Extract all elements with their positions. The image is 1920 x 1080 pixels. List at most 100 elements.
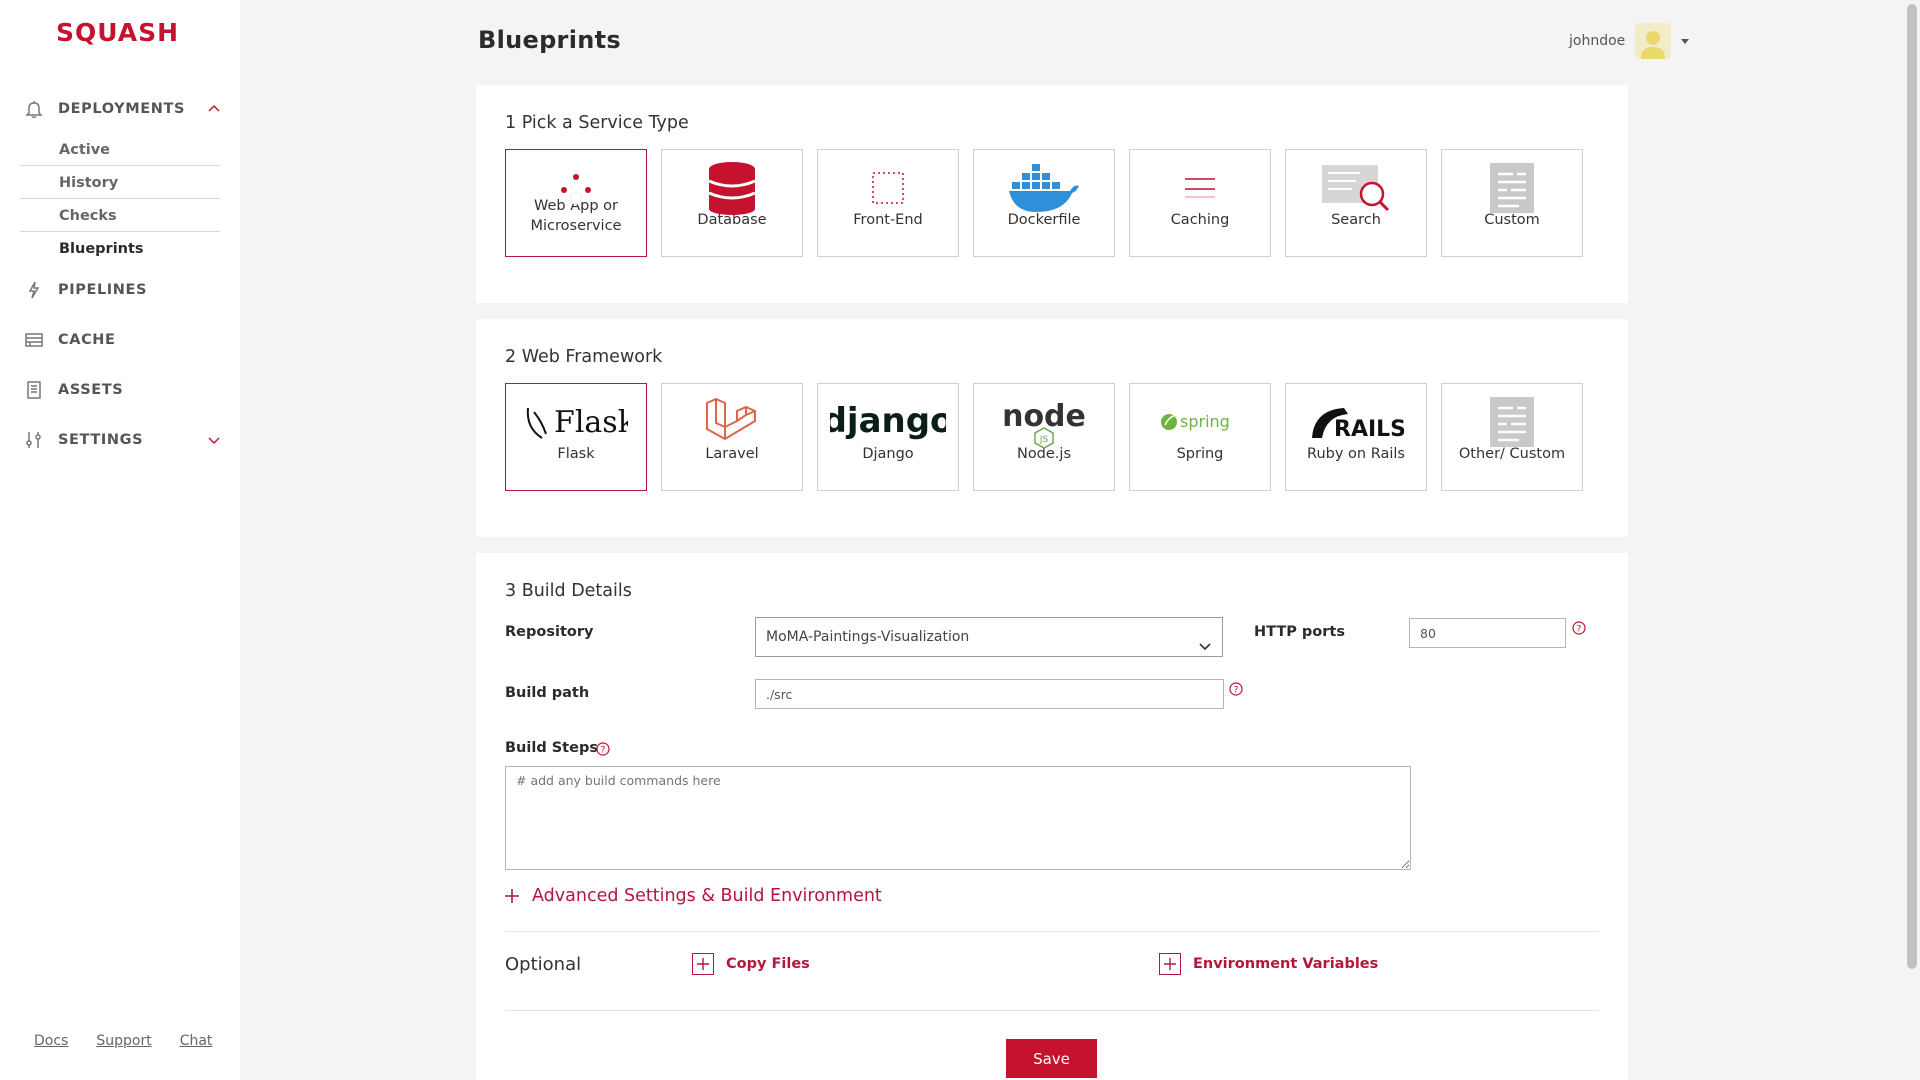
save-button[interactable]: Save	[1006, 1039, 1097, 1078]
document-icon	[22, 378, 46, 402]
help-icon[interactable]: ?	[1572, 620, 1586, 635]
build-steps-label: Build Steps	[505, 740, 598, 756]
help-icon[interactable]: ?	[1229, 681, 1243, 696]
django-logo: django	[818, 396, 958, 448]
nav-settings[interactable]: SETTINGS	[22, 428, 222, 452]
chat-link[interactable]: Chat	[180, 1033, 213, 1049]
http-ports-input[interactable]	[1409, 618, 1566, 648]
framework-options: Flask Flask Laravel django Django node JS…	[505, 383, 1583, 491]
advanced-settings-toggle[interactable]: Advanced Settings & Build Environment	[504, 886, 882, 906]
scrollbar-thumb[interactable]	[1907, 4, 1917, 969]
search-icon	[1286, 162, 1426, 214]
copy-files-label: Copy Files	[726, 956, 810, 972]
chevron-up-icon	[206, 101, 222, 117]
spring-logo: spring	[1130, 396, 1270, 448]
svg-text:?: ?	[1234, 686, 1239, 696]
sidebar-item-blueprints[interactable]: Blueprints	[20, 233, 220, 265]
framework-laravel-tile[interactable]: Laravel	[661, 383, 803, 491]
username: johndoe	[1569, 33, 1626, 49]
nav-pipelines[interactable]: PIPELINES	[22, 278, 222, 302]
framework-rails-tile[interactable]: RAILS Ruby on Rails	[1285, 383, 1427, 491]
service-custom-tile[interactable]: Custom	[1441, 149, 1583, 257]
service-front-end-tile[interactable]: Front-End	[817, 149, 959, 257]
user-menu[interactable]: johndoe	[1569, 23, 1690, 59]
repository-value: MoMA-Paintings-Visualization	[766, 629, 970, 645]
nodejs-logo-sub: JS	[1039, 435, 1049, 445]
flask-logo-text: Flask	[554, 405, 628, 440]
service-type-panel: 1 Pick a Service Type Web App or Microse…	[476, 85, 1628, 303]
docs-link[interactable]: Docs	[34, 1033, 68, 1049]
divider	[505, 1010, 1599, 1011]
support-link[interactable]: Support	[96, 1033, 151, 1049]
environment-variables-label: Environment Variables	[1193, 956, 1379, 972]
sidebar-item-history[interactable]: History	[20, 167, 220, 199]
copy-files-button[interactable]: Copy Files	[692, 953, 810, 975]
plus-icon	[1159, 953, 1181, 975]
custom-icon	[1442, 396, 1582, 448]
chevron-down-icon	[1198, 630, 1212, 651]
sliders-icon	[22, 428, 46, 452]
chevron-down-icon	[206, 432, 222, 448]
http-ports-label: HTTP ports	[1254, 624, 1345, 640]
microservice-icon	[506, 162, 646, 214]
footer-links: Docs Support Chat	[34, 1033, 212, 1049]
framework-title: 2 Web Framework	[505, 347, 663, 367]
framework-nodejs-tile[interactable]: node JS Node.js	[973, 383, 1115, 491]
environment-variables-button[interactable]: Environment Variables	[1159, 953, 1378, 975]
nav-cache[interactable]: CACHE	[22, 328, 222, 352]
repository-select[interactable]: MoMA-Paintings-Visualization	[755, 617, 1223, 657]
sidebar-item-active[interactable]: Active	[20, 134, 220, 166]
nav-deployments[interactable]: DEPLOYMENTS	[22, 97, 222, 121]
django-logo-text: django	[830, 401, 946, 441]
database-icon	[662, 162, 802, 215]
cache-icon	[22, 328, 46, 352]
service-web-app-tile[interactable]: Web App or Microservice	[505, 149, 647, 257]
framework-spring-tile[interactable]: spring Spring	[1129, 383, 1271, 491]
svg-text:?: ?	[601, 746, 606, 756]
bell-icon	[22, 97, 46, 121]
service-search-tile[interactable]: Search	[1285, 149, 1427, 257]
framework-flask-tile[interactable]: Flask Flask	[505, 383, 647, 491]
framework-custom-tile[interactable]: Other/ Custom	[1441, 383, 1583, 491]
service-type-options: Web App or Microservice Database Front-E…	[505, 149, 1583, 257]
repository-label: Repository	[505, 624, 594, 640]
user-dropdown-caret[interactable]	[1681, 38, 1690, 44]
service-database-tile[interactable]: Database	[661, 149, 803, 257]
nav-assets[interactable]: ASSETS	[22, 378, 222, 402]
sidebar-item-checks[interactable]: Checks	[20, 200, 220, 232]
build-details-title: 3 Build Details	[505, 581, 632, 601]
nav-pipelines-label: PIPELINES	[58, 282, 148, 298]
flask-logo: Flask	[506, 396, 646, 448]
plus-icon	[692, 953, 714, 975]
bolt-icon	[22, 278, 46, 302]
build-path-input[interactable]	[755, 679, 1224, 709]
plus-icon	[504, 888, 520, 904]
service-type-title: 1 Pick a Service Type	[505, 113, 689, 133]
spring-logo-text: spring	[1180, 412, 1230, 431]
frontend-icon	[818, 162, 958, 214]
nav-cache-label: CACHE	[58, 332, 116, 348]
service-dockerfile-tile[interactable]: Dockerfile	[973, 149, 1115, 257]
caching-icon	[1130, 162, 1270, 214]
help-icon[interactable]: ?	[596, 741, 610, 756]
service-caching-tile[interactable]: Caching	[1129, 149, 1271, 257]
framework-django-tile[interactable]: django Django	[817, 383, 959, 491]
build-steps-textarea[interactable]	[505, 766, 1411, 870]
nav-deployments-label: DEPLOYMENTS	[58, 101, 186, 117]
framework-panel: 2 Web Framework Flask Flask Laravel djan…	[476, 319, 1628, 537]
custom-icon	[1442, 162, 1582, 214]
squash-logo[interactable]: SQUASH	[56, 18, 186, 48]
nodejs-logo: node JS	[974, 396, 1114, 448]
nav-assets-label: ASSETS	[58, 382, 124, 398]
nav-settings-label: SETTINGS	[58, 432, 144, 448]
avatar[interactable]	[1635, 23, 1672, 59]
rails-logo: RAILS	[1286, 396, 1426, 448]
sidebar: SQUASH DEPLOYMENTS Active History Checks…	[0, 0, 240, 1080]
optional-label: Optional	[505, 954, 582, 975]
docker-icon	[974, 162, 1114, 214]
page-title: Blueprints	[478, 26, 621, 54]
laravel-logo	[662, 396, 802, 448]
build-path-label: Build path	[505, 685, 590, 701]
svg-text:?: ?	[1577, 625, 1582, 635]
rails-logo-text: RAILS	[1334, 417, 1404, 442]
